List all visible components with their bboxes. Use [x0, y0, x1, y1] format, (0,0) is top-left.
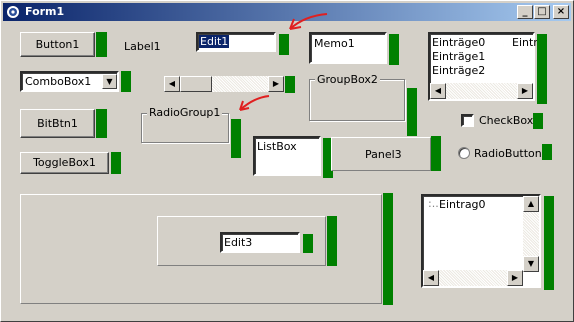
size-marker	[407, 88, 417, 136]
list-item[interactable]: Einträge0	[432, 36, 485, 50]
edit1-value: Edit1	[199, 35, 230, 48]
size-marker	[111, 152, 121, 174]
size-marker	[327, 216, 337, 266]
groupbox2-caption: GroupBox2	[315, 73, 380, 86]
scroll-right-button[interactable]: ▶	[507, 270, 523, 286]
size-marker	[544, 196, 554, 290]
checkbox1-label: CheckBox1	[479, 114, 541, 127]
scroll-left-button[interactable]: ◀	[423, 270, 439, 286]
red-arrow-icon	[239, 95, 270, 111]
button1[interactable]: Button1	[20, 32, 95, 57]
bitbtn1[interactable]: BitBtn1	[20, 109, 95, 138]
tree-item[interactable]: Eintrag0	[439, 198, 486, 211]
maximize-button[interactable]: □	[534, 5, 550, 19]
edit3-field[interactable]: Edit3	[220, 232, 300, 253]
combobox1-value: ComboBox1	[25, 75, 92, 88]
horizontal-scrollbar-track[interactable]	[446, 83, 517, 99]
scroll-right-button[interactable]: ▶	[517, 83, 533, 99]
size-marker	[96, 109, 107, 138]
vertical-scrollbar-track[interactable]	[523, 212, 539, 256]
panel3-caption: Panel3	[365, 148, 402, 161]
red-arrow-icon	[289, 13, 328, 30]
minimize-button[interactable]: _	[517, 5, 533, 19]
scroll-right-button[interactable]: ▶	[268, 76, 284, 92]
combobox1[interactable]: ComboBox1 ▼	[20, 71, 119, 92]
label1: Label1	[124, 40, 161, 53]
scrollbar-track[interactable]	[212, 76, 268, 92]
size-marker	[533, 113, 543, 129]
size-marker	[121, 71, 131, 92]
list-item[interactable]: Einträge2	[432, 64, 485, 78]
size-marker	[431, 136, 441, 171]
list-item[interactable]: Einträge1	[432, 50, 485, 64]
listbox-entries[interactable]: Einträge0 Einträge1 Einträge2 Eintr ◀ ▶	[428, 32, 538, 101]
memo1-text: Memo1	[314, 37, 355, 50]
app-icon	[7, 6, 19, 18]
size-marker	[231, 119, 241, 158]
size-marker	[96, 32, 107, 57]
size-marker	[383, 193, 393, 305]
scroll-up-button[interactable]: ▲	[523, 196, 539, 212]
horizontal-scrollbar-track[interactable]	[439, 270, 507, 286]
panel3: Panel3	[331, 137, 431, 171]
chevron-down-icon[interactable]: ▼	[102, 74, 117, 89]
form1-window: Form1 _ □ × Button1 Label1 Edit1 Memo1 E…	[0, 0, 574, 322]
size-marker	[303, 234, 313, 253]
scroll-left-button[interactable]: ◀	[164, 76, 180, 92]
listbox[interactable]: ListBox	[253, 136, 321, 176]
scrollbar1[interactable]: ◀ ▶	[164, 76, 284, 92]
size-marker	[542, 144, 552, 160]
size-marker	[285, 76, 295, 93]
tree-line-icon: :..	[428, 197, 439, 210]
listbox-text: ListBox	[257, 140, 297, 153]
treeview[interactable]: :.. Eintrag0 ▲ ▼ ◀ ▶	[421, 194, 541, 288]
memo1-field[interactable]: Memo1	[309, 32, 387, 64]
scroll-left-button[interactable]: ◀	[430, 83, 446, 99]
close-button[interactable]: ×	[553, 5, 569, 19]
edit1-field[interactable]: Edit1	[196, 32, 276, 52]
radiobutton1[interactable]	[458, 147, 470, 159]
scroll-thumb[interactable]	[180, 76, 212, 92]
list-item-column: Eintr	[512, 36, 538, 49]
scroll-down-button[interactable]: ▼	[523, 256, 539, 272]
checkbox1[interactable]	[461, 114, 474, 127]
size-marker	[389, 34, 399, 65]
size-marker	[537, 34, 547, 104]
radiobutton1-label: RadioButton1	[474, 147, 549, 160]
radiogroup1-caption: RadioGroup1	[147, 106, 223, 119]
window-title: Form1	[25, 5, 65, 18]
togglebox1[interactable]: ToggleBox1	[20, 152, 109, 174]
edit3-value: Edit3	[224, 236, 253, 249]
size-marker	[279, 34, 289, 55]
